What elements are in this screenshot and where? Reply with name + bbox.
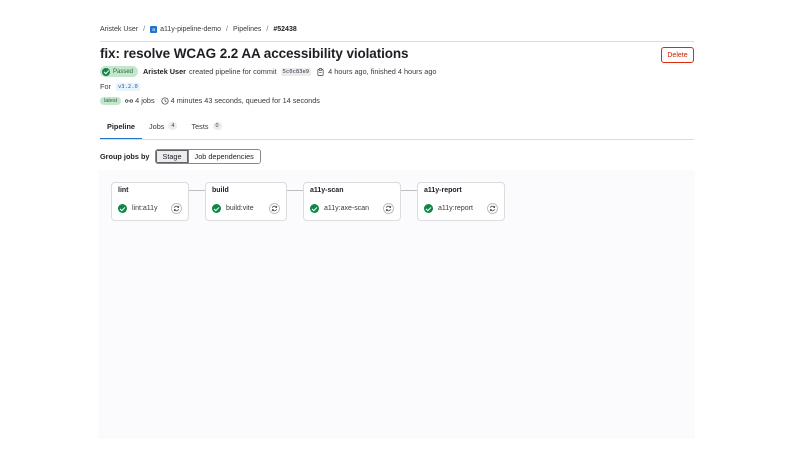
page-title: fix: resolve WCAG 2.2 AA accessibility v… bbox=[100, 46, 409, 61]
pipeline-tabs: Pipeline Jobs 4 Tests 0 bbox=[100, 118, 229, 140]
group-jobs-label: Group jobs by bbox=[100, 152, 150, 161]
tab-label: Pipeline bbox=[107, 122, 135, 131]
group-by-dependencies-button[interactable]: Job dependencies bbox=[188, 150, 260, 163]
stage-a11y-scan: a11y-scan a11y:axe-scan bbox=[303, 182, 401, 221]
tab-jobs[interactable]: Jobs 4 bbox=[142, 118, 184, 140]
retry-icon bbox=[271, 205, 278, 212]
retry-button[interactable] bbox=[171, 203, 182, 214]
ref-row: For v3.2.0 bbox=[100, 82, 140, 91]
check-circle-icon bbox=[118, 204, 127, 213]
retry-icon bbox=[385, 205, 392, 212]
breadcrumb-separator: / bbox=[226, 26, 228, 33]
retry-icon bbox=[173, 205, 180, 212]
stage-name: a11y-scan bbox=[310, 187, 344, 194]
breadcrumb-user[interactable]: Aristek User bbox=[100, 26, 138, 33]
retry-button[interactable] bbox=[269, 203, 280, 214]
check-circle-icon bbox=[310, 204, 319, 213]
tabs-divider bbox=[100, 139, 694, 140]
ref-tag[interactable]: v3.2.0 bbox=[115, 82, 140, 91]
job-name: a11y:axe-scan bbox=[324, 205, 370, 212]
retry-button[interactable] bbox=[487, 203, 498, 214]
retry-icon bbox=[489, 205, 496, 212]
pipeline-icon bbox=[125, 98, 134, 103]
stage-name: a11y-report bbox=[424, 187, 462, 194]
breadcrumb-project[interactable]: a11y-pipeline-demo bbox=[160, 26, 221, 33]
breadcrumb-separator: / bbox=[143, 26, 146, 33]
stage-lint: lint lint:a11y bbox=[111, 182, 189, 221]
group-jobs-toggle: Stage Job dependencies bbox=[155, 149, 261, 164]
job-lint-a11y[interactable]: lint:a11y bbox=[118, 204, 158, 213]
job-a11y-axe-scan[interactable]: a11y:axe-scan bbox=[310, 204, 369, 213]
latest-badge: latest bbox=[100, 96, 122, 105]
commit-sha[interactable]: 5c0c83e9 bbox=[280, 67, 312, 76]
job-name: lint:a11y bbox=[132, 205, 158, 212]
time-text: 4 hours ago, finished 4 hours ago bbox=[328, 67, 437, 76]
stage-name: build bbox=[212, 187, 229, 194]
jobs-count-text: 4 jobs bbox=[135, 96, 155, 105]
check-circle-icon bbox=[102, 67, 110, 76]
author-link[interactable]: Aristek User bbox=[143, 67, 186, 76]
tab-label: Tests bbox=[191, 122, 209, 131]
header-divider bbox=[100, 41, 694, 42]
created-text: created pipeline for commit bbox=[189, 67, 277, 76]
group-jobs-control: Group jobs by Stage Job dependencies bbox=[100, 149, 261, 164]
stage-connector bbox=[287, 190, 303, 191]
tab-count-badge: 4 bbox=[168, 122, 178, 130]
job-name: a11y:report bbox=[438, 205, 473, 212]
job-build-vite[interactable]: build:vite bbox=[212, 204, 254, 213]
pipeline-meta: Passed Aristek User created pipeline for… bbox=[100, 66, 436, 77]
stage-connector bbox=[189, 190, 205, 191]
tab-pipeline[interactable]: Pipeline bbox=[100, 118, 142, 140]
breadcrumb-pipelines[interactable]: Pipelines bbox=[233, 26, 261, 33]
breadcrumb-separator: / bbox=[266, 26, 269, 33]
stage-build: build build:vite bbox=[205, 182, 287, 221]
copy-icon[interactable] bbox=[317, 67, 324, 76]
stage-name: lint bbox=[118, 187, 129, 194]
duration-text: 4 minutes 43 seconds, queued for 14 seco… bbox=[170, 96, 320, 105]
check-circle-icon bbox=[212, 204, 221, 213]
clock-icon bbox=[161, 96, 169, 105]
job-name: build:vite bbox=[226, 205, 254, 212]
breadcrumb-current[interactable]: #52438 bbox=[273, 26, 296, 33]
tab-label: Jobs bbox=[148, 122, 165, 131]
stage-a11y-report: a11y-report a11y:report bbox=[417, 182, 505, 221]
retry-button[interactable] bbox=[383, 203, 394, 214]
job-a11y-report[interactable]: a11y:report bbox=[424, 204, 473, 213]
status-label: Passed bbox=[113, 68, 134, 75]
group-by-stage-button[interactable]: Stage bbox=[156, 150, 189, 163]
pipeline-graph: lint lint:a11y build build:vite a11y-sca… bbox=[98, 170, 695, 439]
pipeline-info: latest 4 jobs 4 minutes 43 seconds, queu… bbox=[100, 96, 320, 105]
stage-connector bbox=[401, 190, 417, 191]
project-avatar: a bbox=[150, 26, 158, 33]
tab-count-badge: 0 bbox=[212, 122, 222, 130]
breadcrumb: Aristek User / a a11y-pipeline-demo / Pi… bbox=[100, 26, 297, 33]
for-label: For bbox=[100, 82, 111, 91]
tab-tests[interactable]: Tests 0 bbox=[184, 118, 228, 140]
status-badge[interactable]: Passed bbox=[100, 66, 139, 77]
delete-button[interactable]: Delete bbox=[661, 47, 694, 63]
check-circle-icon bbox=[424, 204, 433, 213]
